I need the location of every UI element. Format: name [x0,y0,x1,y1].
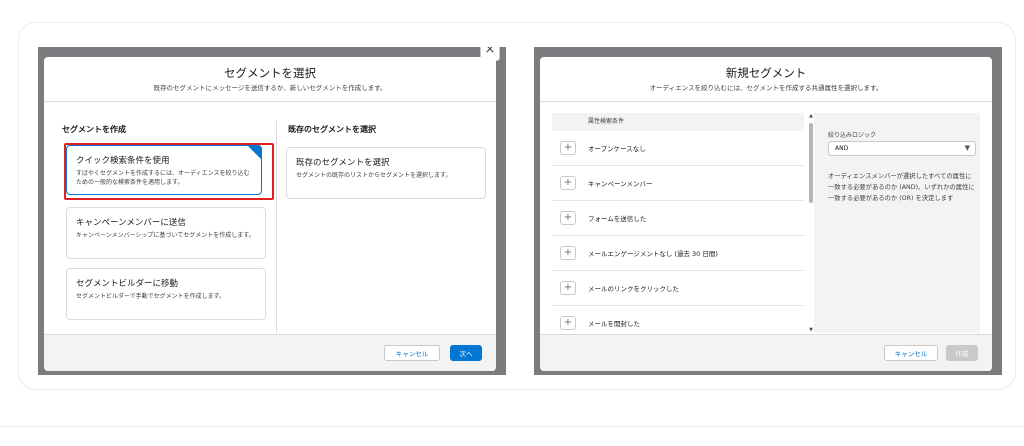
screenshot-new-segment: 新規セグメント オーディエンスを絞り込むには、セグメントを作成する共通属性を選択… [534,47,1002,375]
modal-title: 新規セグメント [725,66,807,80]
list-item: + メールのリンクをクリックした [552,271,804,306]
modal-subtitle: 既存のセグメントにメッセージを送信するか、新しいセグメントを作成します。 [153,84,387,92]
campaign-member-tile[interactable]: キャンペーンメンバーに送信 キャンペーンメンバーシップに基づいてセグメントを作成… [66,207,266,259]
modal-header: 新規セグメント オーディエンスを絞り込むには、セグメントを作成する共通属性を選択… [540,57,992,102]
add-icon[interactable]: + [560,141,576,155]
list-item: + メールエンゲージメントなし (過去 30 日間) [552,236,804,271]
filter-logic-select[interactable]: AND ▼ [828,141,976,156]
divider [0,426,1024,427]
list-item: + メールを開封した [552,306,804,333]
cancel-button[interactable]: キャンセル [384,345,440,361]
filter-logic-description: オーディエンスメンバーが選択したすべての属性に一致する必要があるのか (AND)… [828,173,975,202]
attribute-label: メールエンゲージメントなし (過去 30 日間) [588,250,718,258]
create-button[interactable]: 作成 [946,345,978,361]
column-divider [276,121,277,333]
highlight-box [64,143,274,200]
attribute-label: キャンペーンメンバー [588,180,653,188]
modal-subtitle: オーディエンスを絞り込むには、セグメントを作成する共通属性を選択します。 [649,84,883,92]
list-item: + フォームを送信した [552,201,804,236]
list-item: + キャンペーンメンバー [552,166,804,201]
cancel-button[interactable]: キャンセル [884,345,938,361]
screenshot-select-segment: × セグメントを選択 既存のセグメントにメッセージを送信するか、新しいセグメント… [38,47,506,375]
segment-builder-tile[interactable]: セグメントビルダーに移動 セグメントビルダーで手動でセグメントを作成します。 [66,268,266,320]
tile-description: キャンペーンメンバーシップに基づいてセグメントを作成します。 [76,232,255,239]
tile-title: セグメントビルダーに移動 [76,279,179,289]
attribute-list: 属性検索条件 + オープンケースなし + キャンペーンメンバー + フォームを送… [552,113,814,333]
list-item: + オープンケースなし [552,131,804,166]
chevron-down-icon: ▼ [964,144,970,152]
add-icon[interactable]: + [560,211,576,225]
modal-title: セグメントを選択 [224,66,316,80]
next-button[interactable]: 次へ [450,345,482,361]
add-icon[interactable]: + [560,176,576,190]
modal-footer: キャンセル 作成 [540,334,992,371]
tile-description: セグメントビルダーで手動でセグメントを作成します。 [76,293,226,300]
existing-segment-tile[interactable]: 既存のセグメントを選択 セグメントの既存のリストからセグメントを選択します。 [286,147,486,199]
tile-title: キャンペーンメンバーに送信 [76,218,186,228]
new-segment-modal: 新規セグメント オーディエンスを絞り込むには、セグメントを作成する共通属性を選択… [540,57,992,371]
attribute-label: メールを開封した [588,320,640,328]
tile-description: セグメントの既存のリストからセグメントを選択します。 [296,172,452,179]
create-segment-heading: セグメントを作成 [62,125,126,134]
attribute-label: フォームを送信した [588,215,647,223]
add-icon[interactable]: + [560,281,576,295]
attribute-label: メールのリンクをクリックした [588,285,679,293]
filter-logic-value: AND [835,145,849,152]
attribute-label: オープンケースなし [588,145,646,153]
add-icon[interactable]: + [560,316,576,330]
modal-header: セグメントを選択 既存のセグメントにメッセージを送信するか、新しいセグメントを作… [44,57,496,102]
filter-logic-panel: 絞り込みロジック AND ▼ オーディエンスメンバーが選択したすべての属性に一致… [814,113,980,333]
list-header: 属性検索条件 [552,113,804,131]
select-segment-modal: セグメントを選択 既存のセグメントにメッセージを送信するか、新しいセグメントを作… [44,57,496,371]
modal-footer: キャンセル 次へ [44,334,496,371]
scroll-thumb[interactable] [809,123,813,203]
tile-title: 既存のセグメントを選択 [296,158,390,168]
add-icon[interactable]: + [560,246,576,260]
filter-logic-label: 絞り込みロジック [828,132,877,139]
existing-segment-heading: 既存のセグメントを選択 [288,125,376,134]
